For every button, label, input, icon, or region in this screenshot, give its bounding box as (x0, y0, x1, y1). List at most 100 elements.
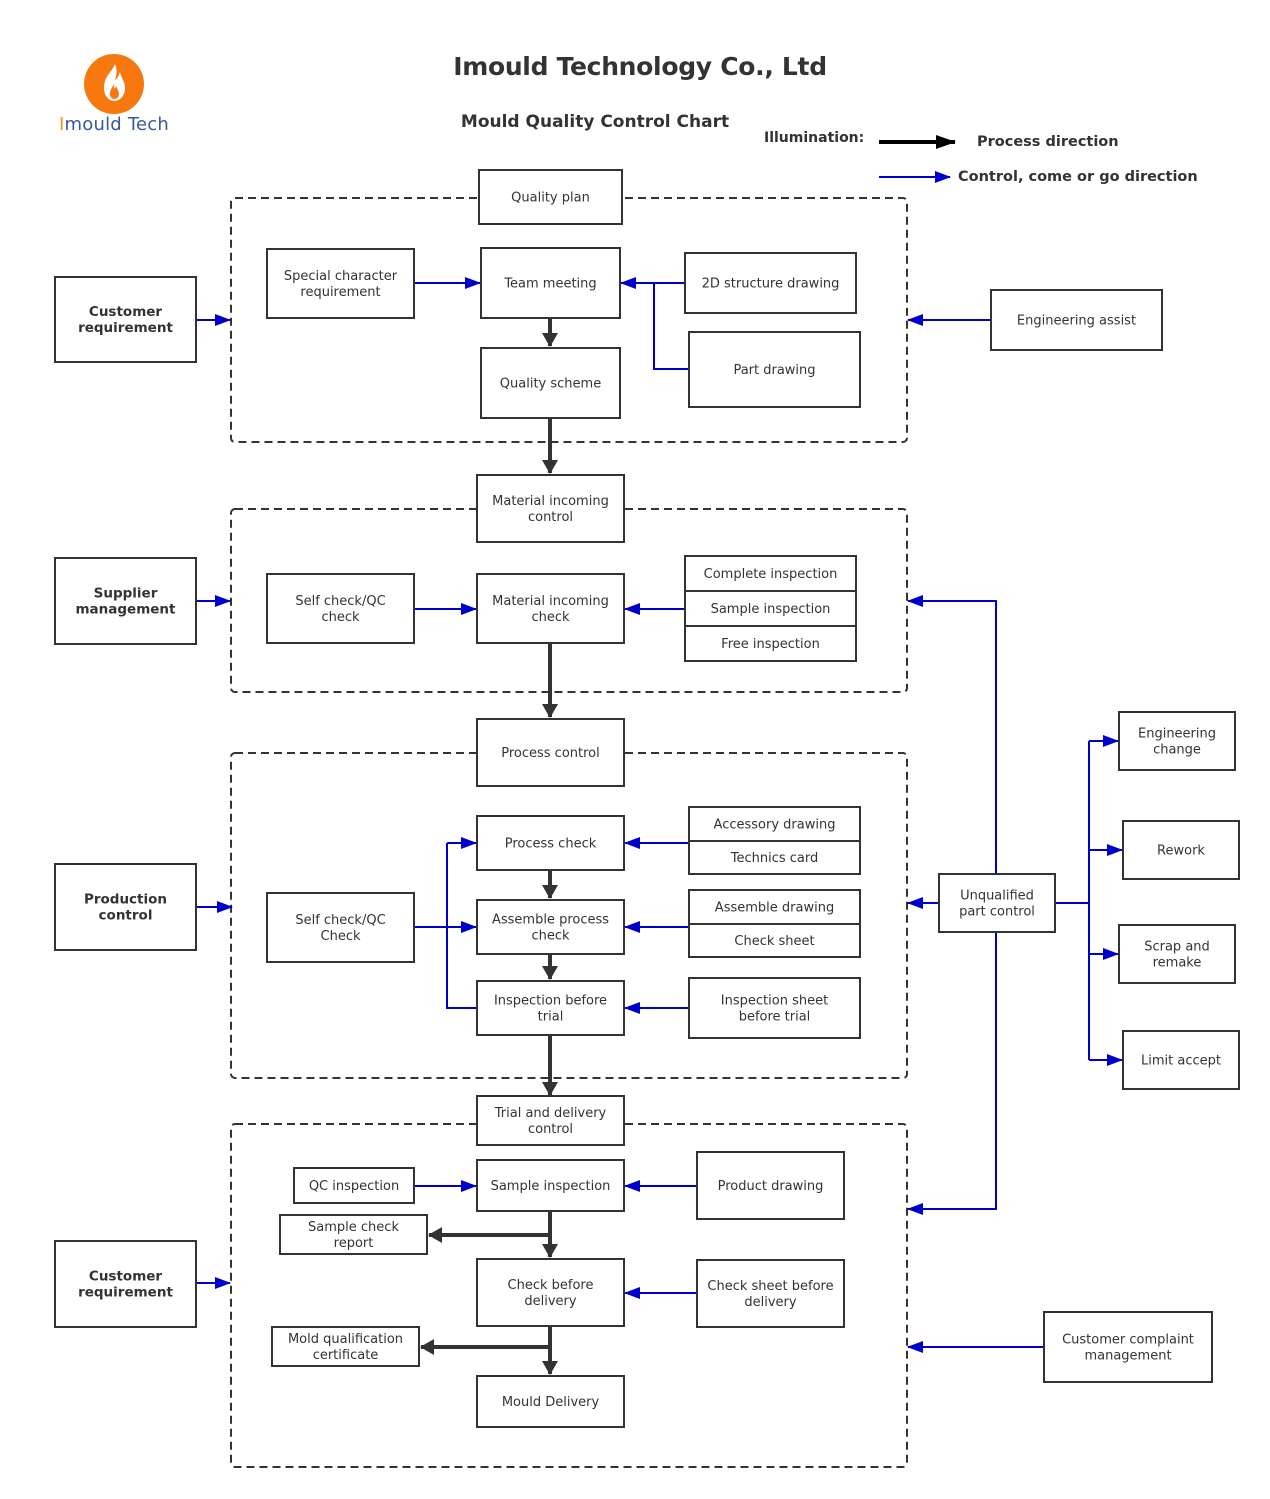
node-sample-check-report-label: report (334, 1236, 374, 1251)
node-self-check-material: Self check/QCcheck (266, 573, 415, 644)
node-customer-requirement-top: Customerrequirement (54, 276, 197, 363)
node-material-incoming-check-label: check (531, 610, 570, 625)
node-inspection-sheet-label: before trial (739, 1010, 811, 1025)
node-quality-scheme-label: Quality scheme (500, 377, 601, 392)
node-self-check-process-label: Self check/QC (295, 913, 385, 928)
node-sample-inspection-material-label: Sample inspection (711, 602, 831, 617)
node-engineering-change-label: Engineering (1138, 727, 1216, 742)
node-production-control: Productioncontrol (54, 863, 197, 951)
node-unqualified-part-control-label: Unqualified (960, 889, 1034, 904)
node-trial-delivery-control-label: control (528, 1122, 573, 1137)
node-trial-delivery-control-label: Trial and delivery (494, 1106, 607, 1121)
node-process-check: Process check (476, 815, 625, 871)
node-technics-card: Technics card (688, 840, 861, 875)
node-customer-complaint-label: Customer complaint (1062, 1333, 1194, 1348)
node-check-before-delivery-label: Check before (508, 1278, 594, 1293)
node-inspection-before-trial-label: Inspection before (494, 994, 607, 1009)
node-engineering-change: Engineeringchange (1118, 711, 1236, 771)
node-mold-certificate: Mold qualificationcertificate (271, 1326, 420, 1367)
node-assemble-process-check-label: Assemble process (492, 913, 609, 928)
node-material-incoming-control-label: Material incoming (492, 494, 609, 509)
node-supplier-management: Suppliermanagement (54, 557, 197, 645)
node-scrap-remake-label: Scrap and (1144, 940, 1210, 955)
node-rework: Rework (1122, 820, 1240, 880)
node-sample-inspection: Sample inspection (476, 1159, 625, 1212)
node-scrap-remake-label: remake (1153, 956, 1202, 971)
arrow-unqualified-to-trial (907, 932, 997, 1215)
line-part-drawing (653, 283, 689, 370)
node-assemble-drawing: Assemble drawing (688, 889, 861, 925)
node-assemble-process-check-label: check (531, 929, 570, 944)
node-material-incoming-control-label: control (528, 510, 573, 525)
node-free-inspection: Free inspection (684, 625, 857, 662)
node-check-sheet-before-delivery-label: delivery (744, 1295, 797, 1310)
node-quality-plan: Quality plan (478, 169, 623, 225)
node-sample-inspection-material: Sample inspection (684, 590, 857, 627)
node-inspection-before-trial-label: trial (538, 1010, 564, 1025)
node-accessory-drawing-label: Accessory drawing (714, 818, 836, 833)
node-quality-scheme: Quality scheme (480, 347, 621, 419)
node-inspection-sheet-label: Inspection sheet (721, 994, 828, 1009)
node-self-check-process: Self check/QCCheck (266, 892, 415, 963)
line-selfcheck-loop (446, 843, 476, 1009)
node-self-check-process-label: Check (321, 929, 361, 944)
node-rework-label: Rework (1157, 844, 1205, 859)
node-qc-inspection: QC inspection (293, 1167, 415, 1204)
node-mould-delivery: Mould Delivery (476, 1375, 625, 1428)
node-team-meeting: Team meeting (480, 247, 621, 319)
node-supplier-management-label: management (75, 602, 176, 618)
node-mold-certificate-label: Mold qualification (288, 1332, 403, 1347)
node-customer-requirement-bottom-label: Customer (89, 1269, 163, 1285)
node-accessory-drawing: Accessory drawing (688, 806, 861, 842)
node-qc-inspection-label: QC inspection (309, 1179, 399, 1194)
node-engineering-change-label: change (1153, 743, 1201, 758)
node-part-drawing: Part drawing (688, 331, 861, 408)
node-sample-check-report-label: Sample check (308, 1220, 399, 1235)
node-assemble-drawing-label: Assemble drawing (715, 901, 834, 916)
node-2d-structure-drawing: 2D structure drawing (684, 252, 857, 314)
node-inspection-before-trial: Inspection beforetrial (476, 980, 625, 1036)
node-check-sheet: Check sheet (688, 923, 861, 958)
node-mold-certificate-label: certificate (313, 1348, 379, 1363)
node-limit-accept-label: Limit accept (1141, 1054, 1221, 1069)
node-engineering-assist-label: Engineering assist (1017, 314, 1136, 329)
node-limit-accept: Limit accept (1122, 1030, 1240, 1090)
node-customer-requirement-top-label: Customer (89, 304, 163, 320)
node-process-control-label: Process control (501, 746, 600, 761)
node-customer-complaint-label: management (1084, 1349, 1171, 1364)
node-sample-inspection-label: Sample inspection (491, 1179, 611, 1194)
node-sample-check-report: Sample checkreport (279, 1214, 428, 1255)
node-product-drawing-label: Product drawing (718, 1179, 824, 1194)
node-material-incoming-check-label: Material incoming (492, 594, 609, 609)
node-mould-delivery-label: Mould Delivery (502, 1395, 600, 1410)
node-customer-requirement-bottom: Customerrequirement (54, 1240, 197, 1328)
node-production-control-label: control (99, 908, 153, 924)
node-process-check-label: Process check (505, 837, 597, 852)
node-self-check-material-label: check (321, 610, 360, 625)
node-product-drawing: Product drawing (696, 1151, 845, 1220)
node-material-incoming-control: Material incomingcontrol (476, 474, 625, 543)
flow-diagram: Quality planSpecial characterrequirement… (54, 135, 1240, 1468)
node-2d-structure-drawing-label: 2D structure drawing (702, 277, 840, 292)
node-supplier-management-label: Supplier (94, 586, 158, 602)
node-unqualified-part-control: Unqualifiedpart control (938, 873, 1056, 933)
node-complete-inspection: Complete inspection (684, 555, 857, 592)
node-unqualified-part-control-label: part control (959, 905, 1035, 920)
node-technics-card-label: Technics card (730, 851, 819, 866)
node-check-sheet-before-delivery: Check sheet beforedelivery (696, 1259, 845, 1328)
node-customer-complaint: Customer complaintmanagement (1043, 1311, 1213, 1383)
node-free-inspection-label: Free inspection (721, 637, 820, 652)
node-production-control-label: Production (84, 892, 167, 908)
node-check-before-delivery: Check beforedelivery (476, 1258, 625, 1327)
node-part-drawing-label: Part drawing (733, 363, 815, 378)
node-inspection-sheet: Inspection sheetbefore trial (688, 977, 861, 1039)
arrow-unqualified-to-material (907, 595, 997, 875)
node-check-sheet-label: Check sheet (734, 934, 814, 949)
node-process-control: Process control (476, 718, 625, 787)
node-self-check-material-label: Self check/QC (295, 594, 385, 609)
node-quality-plan-label: Quality plan (511, 191, 590, 206)
node-customer-requirement-bottom-label: requirement (78, 1285, 173, 1301)
node-material-incoming-check: Material incomingcheck (476, 573, 625, 644)
node-customer-requirement-top-label: requirement (78, 320, 173, 336)
node-engineering-assist: Engineering assist (990, 289, 1163, 351)
